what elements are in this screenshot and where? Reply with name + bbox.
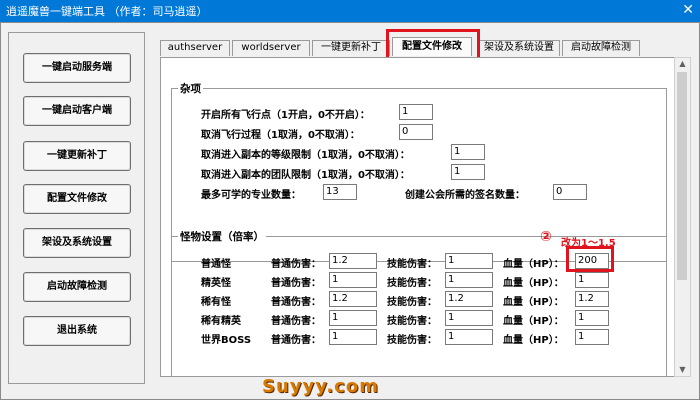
skip-flight-input[interactable]: 0 (399, 124, 433, 140)
monster-name-normal: 普通怪 (201, 259, 231, 270)
elite-mob-normal-damage-input[interactable]: 1 (329, 272, 377, 288)
guild-signatures-input[interactable]: 0 (553, 184, 587, 200)
scrollbar-thumb[interactable] (677, 72, 687, 280)
world-boss-normal-damage-input[interactable]: 1 (329, 329, 377, 345)
instance-level-input[interactable]: 1 (451, 144, 485, 160)
update-patch-button[interactable]: 一键更新补丁 (23, 141, 131, 171)
normal-damage-label: 普通伤害： (271, 259, 321, 270)
fault-check-button[interactable]: 启动故障检测 (23, 272, 131, 302)
scroll-down-icon[interactable]: ▼ (677, 365, 688, 375)
monster-name-world-boss: 世界BOSS (201, 335, 252, 346)
world-boss-skill-damage-input[interactable]: 1 (445, 329, 493, 345)
skill-damage-label: 技能伤害： (387, 259, 437, 270)
hp-label: 血量（HP）： (503, 278, 564, 289)
config-edit-button[interactable]: 配置文件修改 (23, 184, 131, 214)
hp-label: 血量（HP）： (503, 335, 564, 346)
misc-label-profession-count: 最多可学的专业数量： (201, 190, 301, 201)
tab-fault-check[interactable]: 启动故障检测 (562, 40, 640, 56)
tab-worldserver[interactable]: worldserver (232, 40, 310, 56)
annotation-marker-2: ② (540, 229, 552, 245)
setup-settings-button[interactable]: 架设及系统设置 (23, 228, 131, 258)
skill-damage-label: 技能伤害： (387, 316, 437, 327)
skill-damage-label: 技能伤害： (387, 335, 437, 346)
misc-label-instance-raid: 取消进入副本的团队限制（1取消，0不取消）： (201, 170, 410, 181)
monster-name-rare: 稀有怪 (201, 297, 231, 308)
normal-damage-label: 普通伤害： (271, 278, 321, 289)
hp-label: 血量（HP）： (503, 316, 564, 327)
hp-highlight-box (566, 246, 614, 272)
config-content-area: 杂项 开启所有飞行点（1开启，0不开启）： 1 取消飞行过程（1取消，0不取消）… (160, 57, 676, 377)
normal-damage-label: 普通伤害： (271, 297, 321, 308)
watermark-text: Suyyy.com (262, 376, 379, 397)
start-server-button[interactable]: 一键启动服务端 (23, 53, 131, 83)
rare-mob-normal-damage-input[interactable]: 1.2 (329, 291, 377, 307)
monster-name-rare-elite: 稀有精英 (201, 316, 241, 327)
monster-name-elite: 精英怪 (201, 278, 231, 289)
skill-damage-label: 技能伤害： (387, 297, 437, 308)
normal-mob-skill-damage-input[interactable]: 1 (445, 253, 493, 269)
vertical-scrollbar[interactable]: ▲ ▼ (674, 57, 691, 377)
scroll-up-icon[interactable]: ▲ (677, 59, 688, 69)
skill-damage-label: 技能伤害： (387, 278, 437, 289)
tab-setup-settings[interactable]: 架设及系统设置 (478, 40, 560, 56)
hp-label: 血量（HP）： (503, 259, 564, 270)
misc-label-flight-points: 开启所有飞行点（1开启，0不开启）： (201, 110, 370, 121)
hp-label: 血量（HP）： (503, 297, 564, 308)
misc-label-skip-flight: 取消飞行过程（1取消，0不取消）： (201, 130, 360, 141)
normal-damage-label: 普通伤害： (271, 335, 321, 346)
start-client-button[interactable]: 一键启动客户端 (23, 96, 131, 126)
elite-mob-skill-damage-input[interactable]: 1 (445, 272, 493, 288)
rare-elite-hp-input[interactable]: 1 (575, 310, 609, 326)
tab-update-patch[interactable]: 一键更新补丁 (312, 40, 390, 56)
close-icon[interactable]: ✕ (682, 2, 694, 18)
tab-authserver[interactable]: authserver (160, 40, 230, 56)
misc-label-instance-level: 取消进入副本的等级限制（1取消，0不取消）： (201, 150, 410, 161)
left-panel: 一键启动服务端 一键启动客户端 一键更新补丁 配置文件修改 架设及系统设置 启动… (8, 32, 145, 384)
flight-points-input[interactable]: 1 (399, 104, 433, 120)
monster-group-title: 怪物设置（倍率） (178, 229, 266, 244)
rare-mob-hp-input[interactable]: 1.2 (575, 291, 609, 307)
misc-label-guild-signatures: 创建公会所需的签名数量： (405, 190, 525, 201)
window-title: 逍遥魔兽一键端工具 （作者：司马逍遥） (6, 5, 208, 18)
misc-group-title: 杂项 (178, 81, 203, 96)
rare-elite-skill-damage-input[interactable]: 1 (445, 310, 493, 326)
profession-count-input[interactable]: 13 (323, 184, 357, 200)
normal-mob-normal-damage-input[interactable]: 1.2 (329, 253, 377, 269)
elite-mob-hp-input[interactable]: 1 (575, 272, 609, 288)
exit-button[interactable]: 退出系统 (23, 316, 131, 346)
normal-damage-label: 普通伤害： (271, 316, 321, 327)
world-boss-hp-input[interactable]: 1 (575, 329, 609, 345)
rare-elite-normal-damage-input[interactable]: 1 (329, 310, 377, 326)
instance-raid-input[interactable]: 1 (451, 164, 485, 180)
title-bar: 逍遥魔兽一键端工具 （作者：司马逍遥） ✕ (0, 0, 700, 22)
rare-mob-skill-damage-input[interactable]: 1.2 (445, 291, 493, 307)
